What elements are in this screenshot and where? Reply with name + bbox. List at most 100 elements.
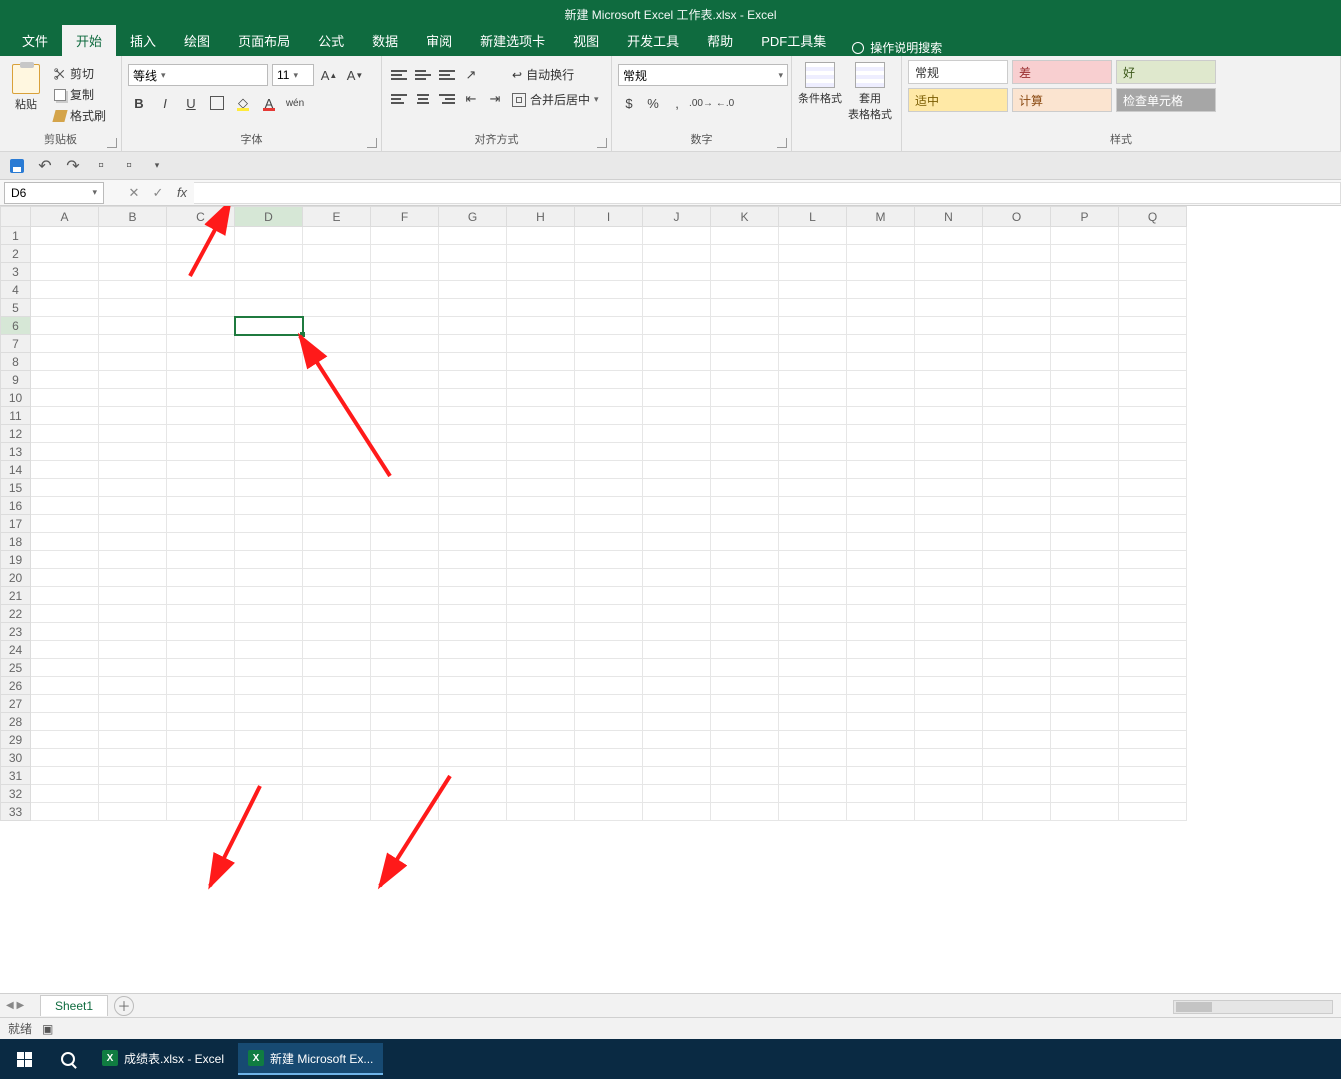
cell[interactable]: [439, 299, 507, 317]
cut-button[interactable]: 剪切: [52, 64, 108, 83]
row-header[interactable]: 21: [1, 587, 31, 605]
cell[interactable]: [847, 335, 915, 353]
cell[interactable]: [847, 479, 915, 497]
cell[interactable]: [1119, 227, 1187, 245]
cell[interactable]: [847, 263, 915, 281]
row-header[interactable]: 7: [1, 335, 31, 353]
cell[interactable]: [99, 263, 167, 281]
cell[interactable]: [31, 587, 99, 605]
cell[interactable]: [439, 785, 507, 803]
cell[interactable]: [847, 443, 915, 461]
cell[interactable]: [711, 677, 779, 695]
cell[interactable]: [371, 317, 439, 335]
cell[interactable]: [847, 749, 915, 767]
cell[interactable]: [99, 461, 167, 479]
cell[interactable]: [779, 731, 847, 749]
cell[interactable]: [847, 353, 915, 371]
cell[interactable]: [99, 389, 167, 407]
cell[interactable]: [983, 803, 1051, 821]
font-launcher[interactable]: [367, 138, 377, 148]
cell[interactable]: [235, 731, 303, 749]
cell[interactable]: [779, 245, 847, 263]
column-header[interactable]: G: [439, 207, 507, 227]
cell[interactable]: [507, 299, 575, 317]
cell[interactable]: [915, 515, 983, 533]
cell-styles-gallery[interactable]: 常规 差 好 适中 计算 检查单元格: [908, 60, 1228, 112]
cell[interactable]: [31, 569, 99, 587]
cell[interactable]: [371, 407, 439, 425]
cell[interactable]: [371, 803, 439, 821]
cell[interactable]: [439, 641, 507, 659]
cell[interactable]: [31, 227, 99, 245]
cell[interactable]: [915, 569, 983, 587]
cell[interactable]: [983, 353, 1051, 371]
bold-button[interactable]: B: [128, 92, 150, 114]
cell[interactable]: [1051, 695, 1119, 713]
cell[interactable]: [303, 749, 371, 767]
cell[interactable]: [303, 677, 371, 695]
cell[interactable]: [303, 533, 371, 551]
cell[interactable]: [1051, 803, 1119, 821]
cell[interactable]: [711, 227, 779, 245]
cell[interactable]: [1051, 317, 1119, 335]
wrap-text-button[interactable]: ↩ 自动换行: [512, 66, 599, 83]
cell[interactable]: [31, 317, 99, 335]
cell[interactable]: [167, 335, 235, 353]
cell[interactable]: [31, 371, 99, 389]
cell[interactable]: [711, 803, 779, 821]
cell[interactable]: [915, 389, 983, 407]
cell[interactable]: [779, 623, 847, 641]
cell[interactable]: [507, 533, 575, 551]
cell[interactable]: [99, 407, 167, 425]
cell[interactable]: [1119, 317, 1187, 335]
cell[interactable]: [643, 659, 711, 677]
cell[interactable]: [31, 659, 99, 677]
cell[interactable]: [507, 767, 575, 785]
cell[interactable]: [507, 659, 575, 677]
row-header[interactable]: 32: [1, 785, 31, 803]
format-painter-button[interactable]: 格式刷: [52, 106, 108, 125]
worksheet-grid[interactable]: ABCDEFGHIJKLMNOPQ12345678910111213141516…: [0, 206, 1341, 993]
style-good[interactable]: 好: [1116, 60, 1216, 84]
cell[interactable]: [235, 605, 303, 623]
cell[interactable]: [847, 731, 915, 749]
cell[interactable]: [643, 299, 711, 317]
cell[interactable]: [167, 803, 235, 821]
cell[interactable]: [915, 263, 983, 281]
cell[interactable]: [439, 245, 507, 263]
cell[interactable]: [167, 713, 235, 731]
undo-button[interactable]: ↶: [36, 157, 54, 175]
row-header[interactable]: 27: [1, 695, 31, 713]
align-bottom-button[interactable]: [436, 64, 458, 86]
cell[interactable]: [1119, 479, 1187, 497]
cell[interactable]: [303, 767, 371, 785]
cell[interactable]: [711, 443, 779, 461]
number-launcher[interactable]: [777, 138, 787, 148]
cell[interactable]: [303, 641, 371, 659]
cell[interactable]: [643, 461, 711, 479]
cell[interactable]: [507, 803, 575, 821]
cell[interactable]: [643, 713, 711, 731]
cell[interactable]: [439, 659, 507, 677]
qat-item[interactable]: ▫: [92, 157, 110, 175]
cell[interactable]: [711, 515, 779, 533]
cell[interactable]: [31, 335, 99, 353]
cell[interactable]: [371, 605, 439, 623]
cell[interactable]: [235, 785, 303, 803]
cell[interactable]: [1051, 461, 1119, 479]
cell[interactable]: [371, 533, 439, 551]
cell[interactable]: [235, 533, 303, 551]
cell[interactable]: [507, 605, 575, 623]
tab-file[interactable]: 文件: [8, 25, 62, 56]
cell[interactable]: [31, 479, 99, 497]
cell[interactable]: [1051, 389, 1119, 407]
cell[interactable]: [167, 695, 235, 713]
cell[interactable]: [575, 803, 643, 821]
cell[interactable]: [779, 263, 847, 281]
align-middle-button[interactable]: [412, 64, 434, 86]
cell[interactable]: [235, 407, 303, 425]
cell[interactable]: [31, 605, 99, 623]
cell[interactable]: [779, 407, 847, 425]
cell[interactable]: [1119, 641, 1187, 659]
cell[interactable]: [915, 641, 983, 659]
